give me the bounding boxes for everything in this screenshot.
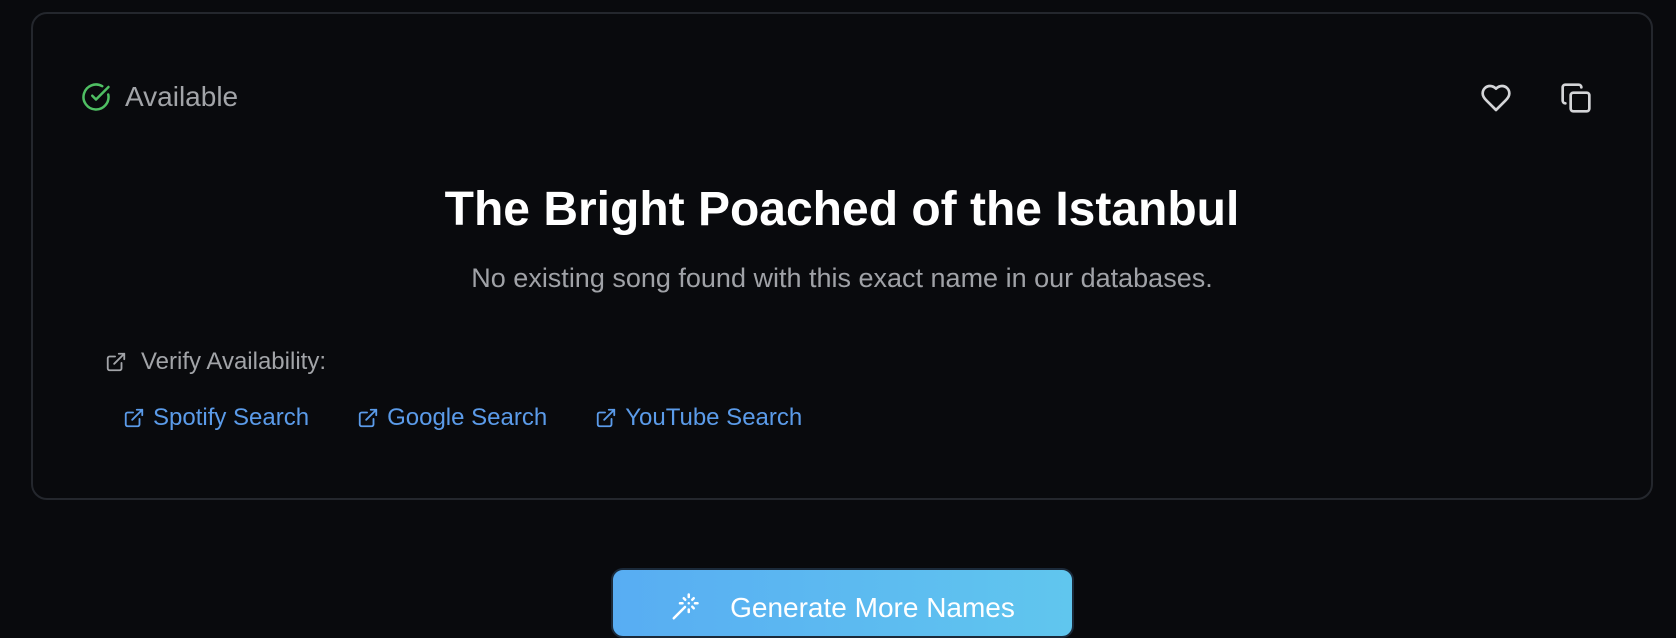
youtube-search-link[interactable]: YouTube Search (595, 406, 802, 430)
spotify-search-label: Spotify Search (153, 404, 310, 431)
spotify-search-link[interactable]: Spotify Search (123, 406, 309, 430)
generate-more-names-label: Generate More Names (730, 592, 1015, 623)
google-search-link[interactable]: Google Search (357, 406, 547, 430)
availability-status: Available (81, 82, 238, 112)
check-circle-icon (81, 82, 111, 112)
verify-availability-heading: Verify Availability: (105, 350, 326, 374)
copy-button[interactable] (1556, 78, 1596, 118)
external-link-icon (595, 407, 617, 429)
external-link-icon (357, 407, 379, 429)
search-links: Spotify Search Google Search YouTube Sea… (123, 406, 802, 430)
result-card: Available The Bright Poached of the Ista… (31, 12, 1653, 500)
external-link-icon (105, 351, 127, 373)
verify-availability-label: Verify Availability: (141, 348, 326, 375)
google-search-label: Google Search (387, 404, 548, 431)
external-link-icon (123, 407, 145, 429)
generate-more-names-button[interactable]: Generate More Names (611, 568, 1074, 638)
favorite-button[interactable] (1476, 78, 1516, 118)
song-name-title: The Bright Poached of the Istanbul (444, 183, 1240, 236)
availability-description: No existing song found with this exact n… (471, 263, 1213, 293)
heart-icon (1480, 82, 1512, 114)
copy-icon (1560, 82, 1592, 114)
status-label: Available (125, 81, 239, 112)
magic-wand-icon (670, 592, 700, 622)
youtube-search-label: YouTube Search (625, 404, 803, 431)
